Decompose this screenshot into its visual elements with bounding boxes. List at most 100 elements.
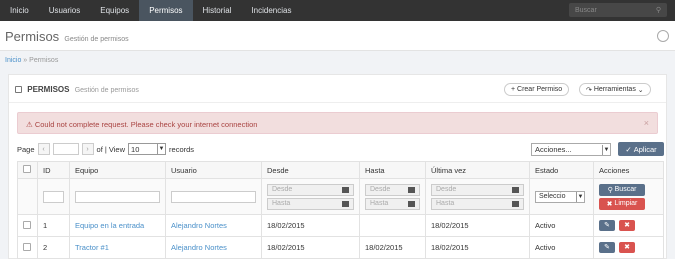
page-header: Permisos Gestión de permisos xyxy=(0,21,675,51)
calendar-icon[interactable] xyxy=(408,200,415,207)
filter-hasta-to[interactable]: Hasta xyxy=(365,197,420,210)
cell-equipo[interactable]: Equipo en la entrada xyxy=(69,214,166,237)
date-placeholder: Desde xyxy=(370,186,391,193)
cell-usuario[interactable]: Alejandro Nortes xyxy=(165,236,262,259)
nav-historial[interactable]: Historial xyxy=(193,0,242,21)
page-label: Page xyxy=(17,144,35,154)
page-number-input[interactable] xyxy=(52,143,79,155)
table-row: 1 Equipo en la entrada Alejandro Nortes … xyxy=(17,214,664,237)
breadcrumb: Inicio » Permisos xyxy=(0,51,675,70)
apply-label: Aplicar xyxy=(633,144,657,154)
warning-icon: ⚠ xyxy=(26,120,35,129)
row-checkbox[interactable] xyxy=(23,242,31,251)
calendar-icon[interactable] xyxy=(342,200,349,207)
filter-estado-value: Seleccio xyxy=(539,193,566,200)
cell-equipo[interactable]: Tractor #1 xyxy=(69,236,166,259)
lock-icon xyxy=(15,86,22,93)
cell-estado: Activo xyxy=(529,236,594,259)
clear-button[interactable]: ✖ Limpiar xyxy=(599,197,645,210)
cell-id: 1 xyxy=(37,214,70,237)
filter-equipo-input[interactable] xyxy=(75,190,160,203)
filter-hasta-from[interactable]: Desde xyxy=(365,183,420,196)
alert-message: Could not complete request. Please check… xyxy=(34,120,258,129)
panel-header: PERMISOS Gestión de permisos + Crear Per… xyxy=(9,75,666,103)
nav-equipos[interactable]: Equipos xyxy=(90,0,139,21)
filter-row: Desde Hasta Desde Hasta Desde Hasta Sele… xyxy=(17,178,664,215)
filter-equipo-cell xyxy=(69,178,166,215)
cell-usuario[interactable]: Alejandro Nortes xyxy=(165,214,262,237)
header-estado[interactable]: Estado xyxy=(529,161,594,179)
search-input[interactable]: Buscar ⚲ xyxy=(569,3,667,17)
calendar-icon[interactable] xyxy=(512,200,519,207)
page-size-select[interactable]: 10 ▼ xyxy=(128,143,167,155)
filter-estado-select[interactable]: Seleccio ▼ xyxy=(535,190,585,203)
nav-permisos[interactable]: Permisos xyxy=(139,0,193,21)
table-row: 2 Tractor #1 Alejandro Nortes 18/02/2015… xyxy=(17,236,664,259)
calendar-icon[interactable] xyxy=(512,186,519,193)
row-select-cell xyxy=(17,236,38,259)
date-placeholder: Hasta xyxy=(436,200,455,207)
filter-ultima-to[interactable]: Hasta xyxy=(431,197,524,210)
header-hasta[interactable]: Hasta xyxy=(359,161,426,179)
cell-ultima-vez: 18/02/2015 xyxy=(425,214,530,237)
calendar-icon[interactable] xyxy=(342,186,349,193)
pager: Page ‹ › of | View 10 ▼ records xyxy=(17,143,194,155)
tools-button[interactable]: ↷ Herramientas ⌄ xyxy=(579,83,651,96)
cell-id: 2 xyxy=(37,236,70,259)
chevron-down-icon: ▼ xyxy=(576,191,584,202)
row-checkbox[interactable] xyxy=(23,220,31,229)
date-placeholder: Desde xyxy=(436,186,457,193)
filter-ultima-cell: Desde Hasta xyxy=(425,178,530,215)
select-all-cell xyxy=(17,161,38,179)
share-icon: ↷ xyxy=(586,86,594,94)
date-placeholder: Desde xyxy=(272,186,293,193)
calendar-icon[interactable] xyxy=(408,186,415,193)
cell-desde: 18/02/2015 xyxy=(261,214,360,237)
nav-inicio[interactable]: Inicio xyxy=(0,0,39,21)
search-placeholder: Buscar xyxy=(575,6,597,14)
filter-actions-cell: ⚲ Buscar ✖ Limpiar xyxy=(593,178,664,215)
apply-button[interactable]: ✓ Aplicar xyxy=(618,142,664,156)
of-view-label: of | View xyxy=(96,144,126,154)
panel-title: PERMISOS xyxy=(27,85,70,94)
header-equipo[interactable]: Equipo xyxy=(69,161,166,179)
close-icon[interactable]: × xyxy=(644,118,649,128)
filter-hasta-cell: Desde Hasta xyxy=(359,178,426,215)
nav-incidencias[interactable]: Incidencias xyxy=(241,0,301,21)
filter-desde-to[interactable]: Hasta xyxy=(267,197,354,210)
breadcrumb-separator: » xyxy=(23,57,28,64)
error-alert: ⚠ Could not complete request. Please che… xyxy=(17,112,658,134)
close-icon: ✖ xyxy=(606,200,615,208)
date-placeholder: Hasta xyxy=(370,200,389,207)
header-id[interactable]: ID xyxy=(37,161,70,179)
date-placeholder: Hasta xyxy=(272,200,291,207)
breadcrumb-home[interactable]: Inicio xyxy=(5,57,21,64)
edit-icon[interactable]: ✎ xyxy=(599,242,615,253)
gear-icon[interactable] xyxy=(657,30,669,42)
filter-usuario-input[interactable] xyxy=(171,190,256,203)
create-permission-button[interactable]: + Crear Permiso xyxy=(504,83,570,96)
bulk-actions-value: Acciones... xyxy=(535,145,572,154)
header-usuario[interactable]: Usuario xyxy=(165,161,262,179)
filter-desde-from[interactable]: Desde xyxy=(267,183,354,196)
header-ultima-vez[interactable]: Última vez xyxy=(425,161,530,179)
bulk-actions-select[interactable]: Acciones... ▼ xyxy=(531,143,611,156)
delete-icon[interactable]: ✖ xyxy=(619,242,635,253)
filter-id-input[interactable] xyxy=(43,190,64,203)
cell-desde: 18/02/2015 xyxy=(261,236,360,259)
nav-usuarios[interactable]: Usuarios xyxy=(39,0,91,21)
prev-page-button[interactable]: ‹ xyxy=(37,143,50,155)
chevron-down-icon: ⌄ xyxy=(635,86,644,94)
table-header-row: ID Equipo Usuario Desde Hasta Última vez… xyxy=(17,161,664,179)
delete-icon[interactable]: ✖ xyxy=(619,220,635,231)
next-page-button[interactable]: › xyxy=(81,143,94,155)
edit-icon[interactable]: ✎ xyxy=(599,220,615,231)
filter-ultima-from[interactable]: Desde xyxy=(431,183,524,196)
select-all-checkbox[interactable] xyxy=(23,165,31,173)
cell-acciones: ✎ ✖ xyxy=(593,214,664,237)
filter-empty-cell xyxy=(17,178,38,215)
header-acciones: Acciones xyxy=(593,161,664,179)
search-button[interactable]: ⚲ Buscar xyxy=(599,183,645,196)
cell-ultima-vez: 18/02/2015 xyxy=(425,236,530,259)
header-desde[interactable]: Desde xyxy=(261,161,360,179)
